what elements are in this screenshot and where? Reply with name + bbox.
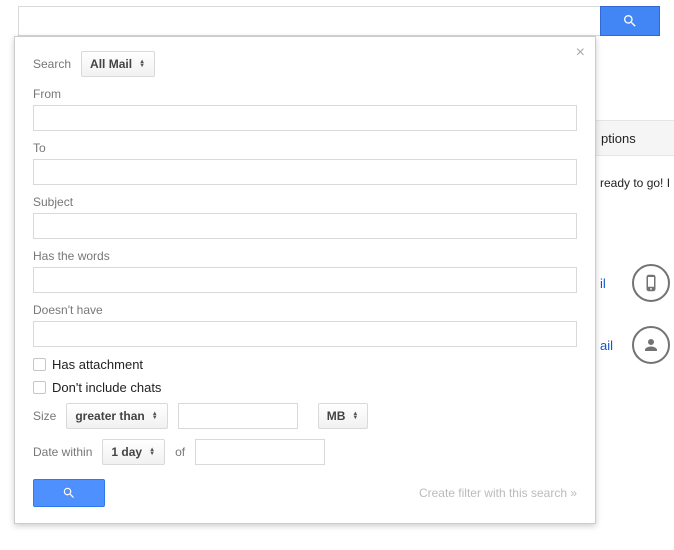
create-filter-link[interactable]: Create filter with this search » — [419, 486, 577, 500]
close-icon[interactable]: × — [576, 45, 585, 61]
datewithin-row: Date within 1 day of — [33, 439, 577, 465]
search-scope-label: Search — [33, 57, 71, 71]
panel-footer: Create filter with this search » — [33, 479, 577, 507]
sort-arrows-icon — [151, 412, 159, 420]
dont-include-chats-checkbox[interactable] — [33, 381, 46, 394]
size-unit-value: MB — [327, 409, 346, 423]
from-row: From — [33, 87, 577, 131]
search-icon — [622, 13, 638, 29]
search-scope-value: All Mail — [90, 57, 132, 71]
dont-include-chats-row: Don't include chats — [33, 380, 577, 395]
to-label: To — [33, 141, 577, 155]
datewithin-value: 1 day — [111, 445, 142, 459]
subject-input[interactable] — [33, 213, 577, 239]
doesnthave-row: Doesn't have — [33, 303, 577, 347]
haswords-input[interactable] — [33, 267, 577, 293]
main-search-input[interactable] — [18, 6, 600, 36]
sort-arrows-icon — [148, 448, 156, 456]
search-icon — [62, 486, 76, 500]
size-label: Size — [33, 409, 56, 423]
subject-label: Subject — [33, 195, 577, 209]
panel-search-button[interactable] — [33, 479, 105, 507]
advanced-search-panel: × Search All Mail From To Subject Has th… — [14, 36, 596, 524]
bg-link-1[interactable]: il — [600, 276, 606, 291]
person-circle-button[interactable] — [632, 326, 670, 364]
main-search-button[interactable] — [600, 6, 660, 36]
haswords-row: Has the words — [33, 249, 577, 293]
has-attachment-checkbox[interactable] — [33, 358, 46, 371]
size-operator-select[interactable]: greater than — [66, 403, 167, 429]
doesnthave-input[interactable] — [33, 321, 577, 347]
date-input[interactable] — [195, 439, 325, 465]
top-search-bar — [18, 6, 660, 36]
person-icon — [642, 336, 660, 354]
datewithin-label: Date within — [33, 445, 92, 459]
size-unit-select[interactable]: MB — [318, 403, 369, 429]
sort-arrows-icon — [351, 412, 359, 420]
bg-snippet-text: ready to go! I — [600, 176, 674, 190]
search-scope-select[interactable]: All Mail — [81, 51, 155, 77]
size-row: Size greater than MB — [33, 403, 577, 429]
bg-link-2[interactable]: ail — [600, 338, 613, 353]
bg-toolbar: ptions — [595, 120, 674, 156]
has-attachment-row: Has attachment — [33, 357, 577, 372]
from-input[interactable] — [33, 105, 577, 131]
dont-include-chats-label: Don't include chats — [52, 380, 161, 395]
search-scope-row: Search All Mail — [33, 51, 577, 77]
has-attachment-label: Has attachment — [52, 357, 143, 372]
from-label: From — [33, 87, 577, 101]
subject-row: Subject — [33, 195, 577, 239]
phone-circle-button[interactable] — [632, 264, 670, 302]
size-value-input[interactable] — [178, 403, 298, 429]
size-operator-value: greater than — [75, 409, 144, 423]
of-label: of — [175, 445, 185, 459]
bg-toolbar-text: ptions — [601, 131, 636, 146]
phone-icon — [642, 274, 660, 292]
haswords-label: Has the words — [33, 249, 577, 263]
to-input[interactable] — [33, 159, 577, 185]
doesnthave-label: Doesn't have — [33, 303, 577, 317]
datewithin-select[interactable]: 1 day — [102, 439, 165, 465]
sort-arrows-icon — [138, 60, 146, 68]
to-row: To — [33, 141, 577, 185]
